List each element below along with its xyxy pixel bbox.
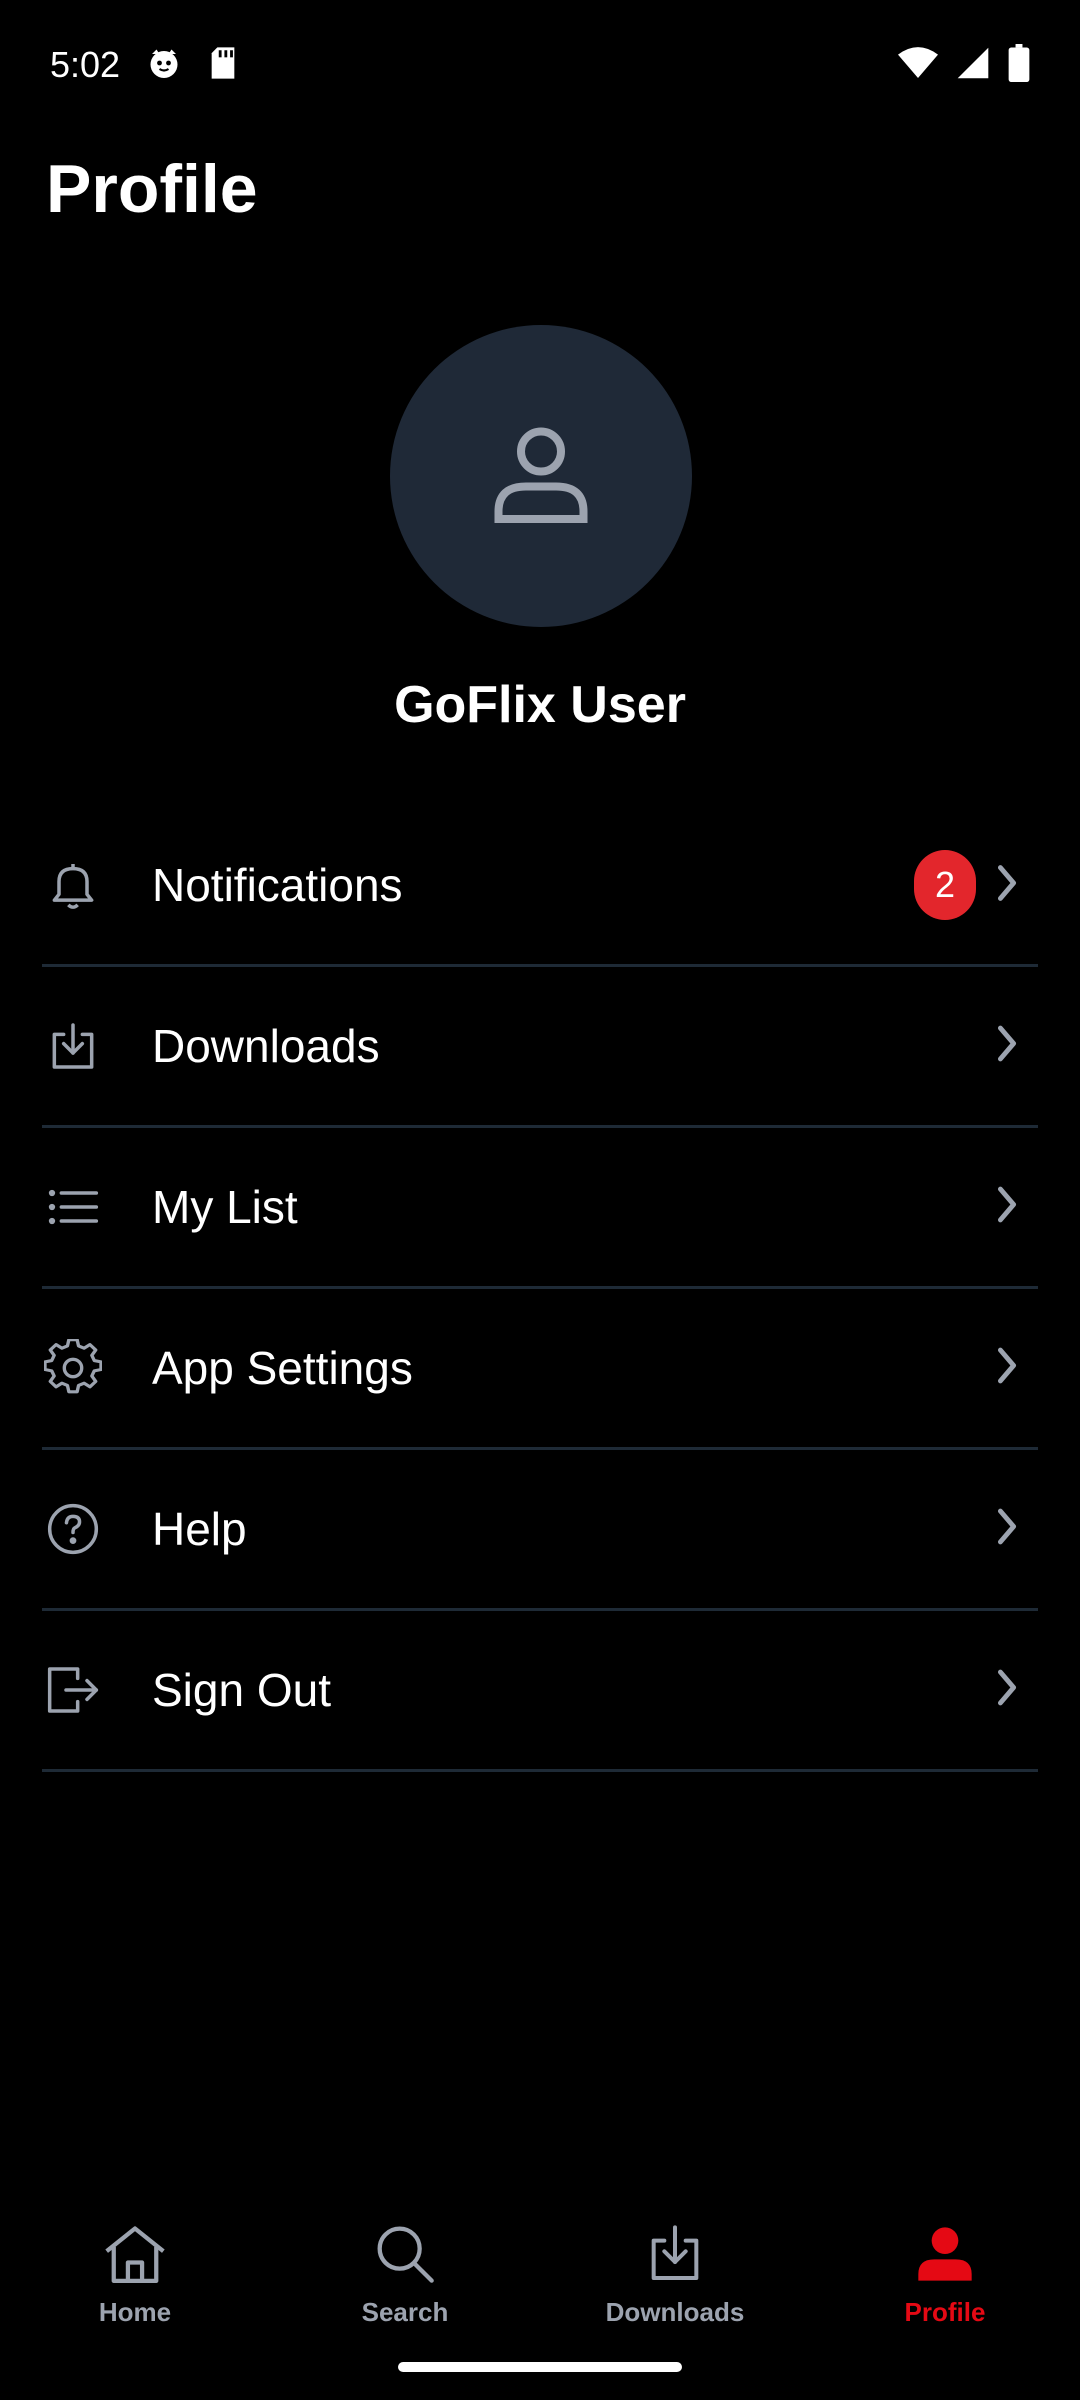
sd-card-icon [208, 46, 238, 85]
user-name: GoFlix User [394, 676, 686, 734]
avatar[interactable] [390, 325, 692, 627]
nav-item-downloads[interactable]: Downloads [565, 2222, 785, 2328]
search-icon [373, 2222, 437, 2291]
battery-icon [1008, 43, 1030, 87]
menu-item-label: Notifications [152, 859, 403, 911]
menu-item-sign-out[interactable]: Sign Out [42, 1611, 1038, 1772]
menu-item-label: App Settings [152, 1342, 413, 1394]
person-icon [481, 414, 601, 539]
signal-icon [956, 46, 990, 85]
menu-item-my-list[interactable]: My List [42, 1128, 1038, 1289]
chevron-right-icon [990, 1666, 1024, 1715]
nav-label-downloads: Downloads [605, 2297, 745, 2327]
menu-item-downloads[interactable]: Downloads [42, 967, 1038, 1128]
profile-screen: 5:02 Profile GoFlix User Notifications 2… [0, 0, 1080, 2400]
chevron-right-icon [990, 861, 1024, 910]
menu-item-label: My List [152, 1181, 298, 1233]
help-circle-icon [42, 1498, 104, 1560]
wifi-icon [898, 46, 938, 85]
status-time: 5:02 [50, 44, 121, 85]
download-icon [42, 1015, 104, 1077]
cat-face-icon [146, 45, 182, 86]
notification-badge: 2 [914, 850, 976, 920]
nav-item-search[interactable]: Search [295, 2222, 515, 2328]
sign-out-icon [42, 1659, 104, 1721]
bottom-nav: Home Search Downloads Profile [0, 2200, 1080, 2350]
chevron-right-icon [990, 1183, 1024, 1232]
nav-item-home[interactable]: Home [25, 2222, 245, 2328]
menu-item-help[interactable]: Help [42, 1450, 1038, 1611]
nav-item-profile[interactable]: Profile [835, 2222, 1055, 2328]
menu-item-notifications[interactable]: Notifications 2 [42, 806, 1038, 967]
menu-item-app-settings[interactable]: App Settings [42, 1289, 1038, 1450]
bell-icon [42, 854, 104, 916]
gear-icon [42, 1337, 104, 1399]
nav-label-profile: Profile [904, 2297, 986, 2327]
nav-label-home: Home [98, 2297, 172, 2327]
home-icon [101, 2222, 169, 2291]
chevron-right-icon [990, 1505, 1024, 1554]
page-title: Profile [46, 151, 258, 227]
status-bar: 5:02 [0, 0, 1080, 130]
menu-item-label: Help [152, 1503, 247, 1555]
person-icon [913, 2222, 977, 2291]
home-indicator[interactable] [398, 2362, 682, 2372]
profile-menu: Notifications 2 Downloads My List App Se… [42, 806, 1038, 1772]
menu-item-label: Downloads [152, 1020, 380, 1072]
chevron-right-icon [990, 1022, 1024, 1071]
nav-label-search: Search [361, 2297, 449, 2327]
download-icon [643, 2222, 707, 2291]
menu-item-label: Sign Out [152, 1664, 331, 1716]
list-icon [42, 1176, 104, 1238]
chevron-right-icon [990, 1344, 1024, 1393]
